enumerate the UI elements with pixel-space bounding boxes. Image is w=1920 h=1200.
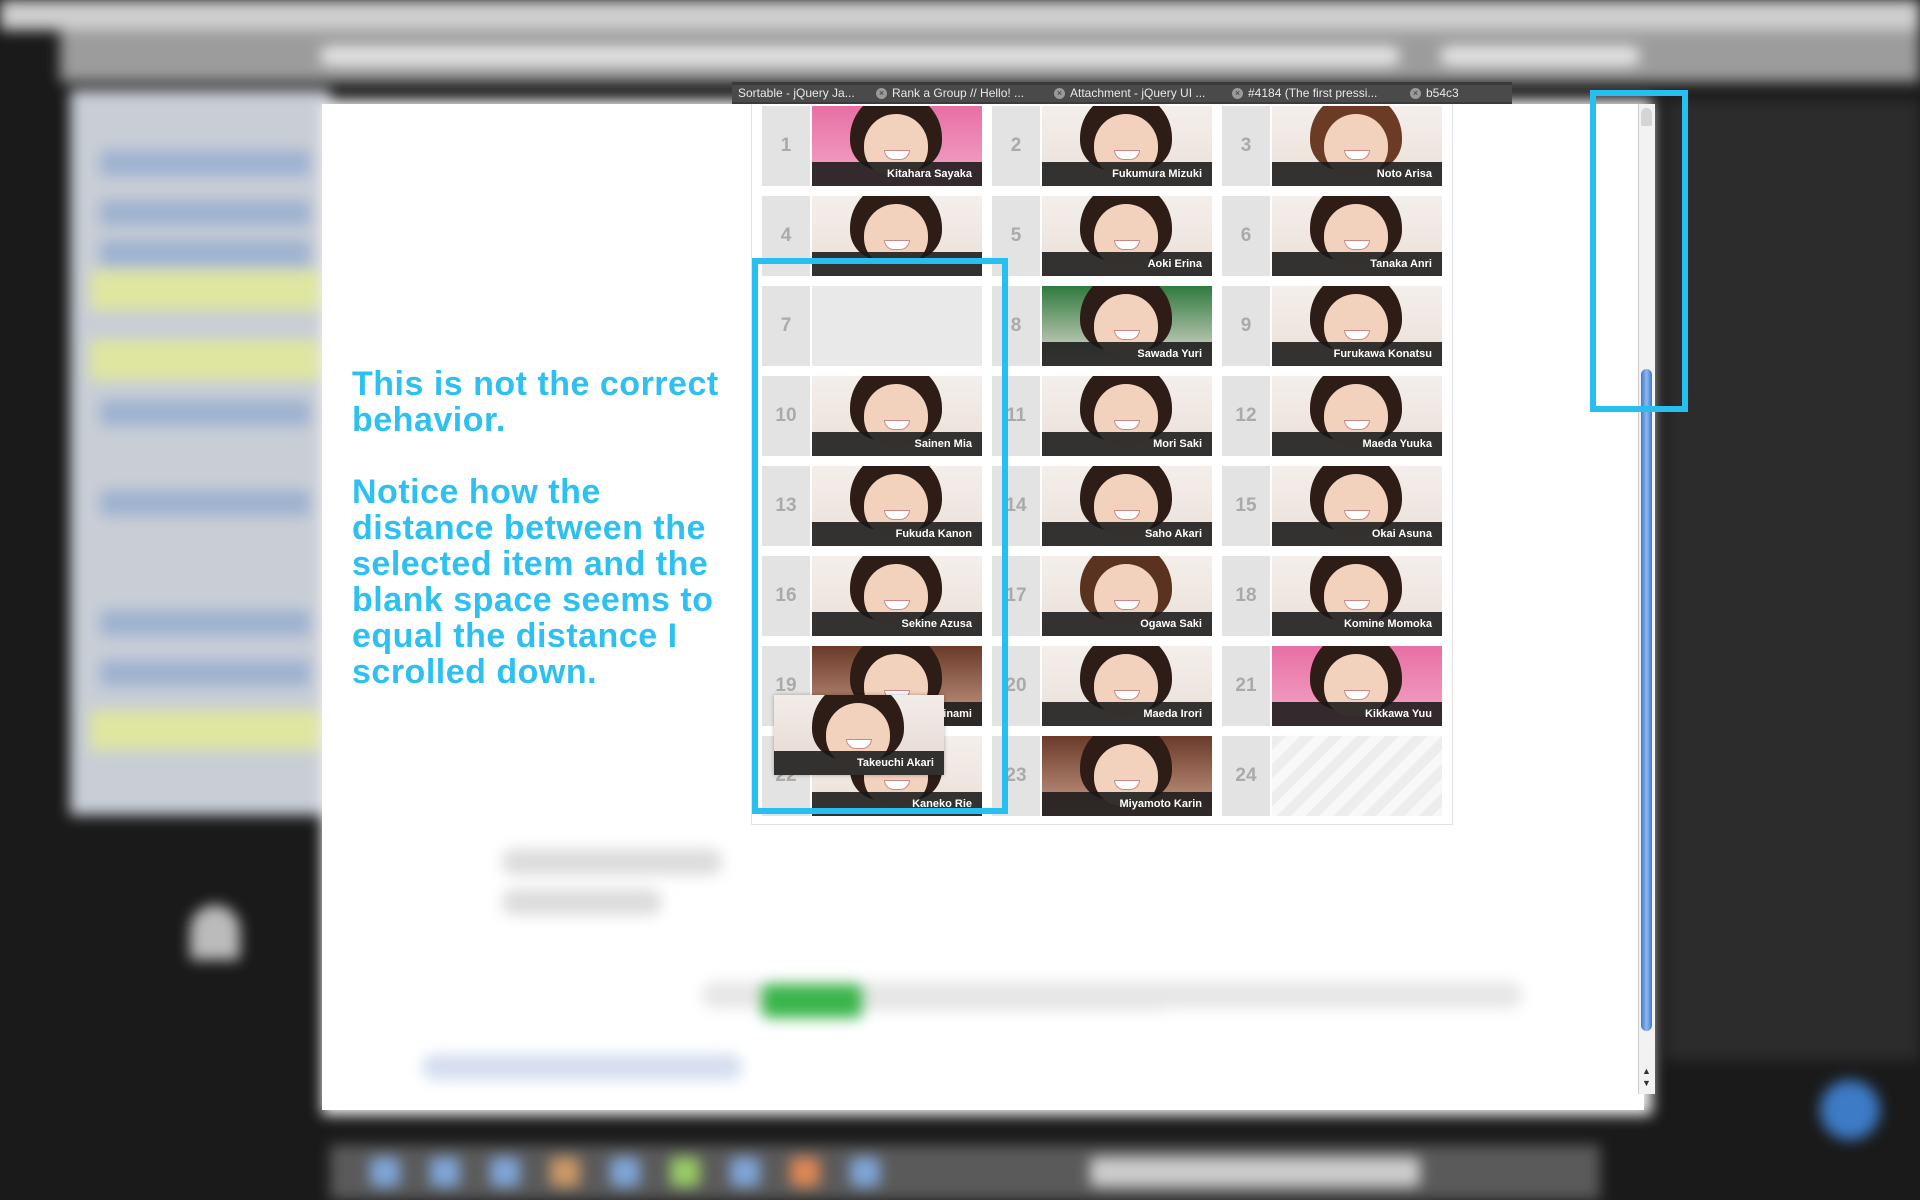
scroll-up-arrow-icon[interactable]: ▲ bbox=[1642, 1066, 1651, 1076]
tab-rank-a-group[interactable]: × Rank a Group // Hello! ... bbox=[870, 85, 1053, 102]
member-name: Maeda Yuuka bbox=[1272, 432, 1442, 456]
dock bbox=[330, 1145, 1600, 1200]
scroll-down-arrow-icon[interactable]: ▼ bbox=[1642, 1078, 1651, 1088]
member-photo: Noto Arisa bbox=[1272, 106, 1442, 186]
comment-button bbox=[762, 984, 862, 1018]
member-photo: Ogawa Saki bbox=[1042, 556, 1212, 636]
grid-item[interactable]: 12 Maeda Yuuka bbox=[1222, 376, 1442, 456]
close-icon[interactable]: × bbox=[876, 88, 887, 100]
grid-item[interactable]: 1 Kitahara Sayaka bbox=[762, 106, 982, 186]
empty-slot: 24 bbox=[1222, 736, 1442, 816]
tab-sortable[interactable]: Sortable - jQuery Ja... bbox=[732, 85, 875, 102]
tab-label: #4184 (The first pressi... bbox=[1248, 86, 1378, 100]
background-window-right bbox=[1665, 100, 1920, 1060]
member-photo: Aoki Erina bbox=[1042, 196, 1212, 276]
tab-label: Attachment - jQuery UI ... bbox=[1070, 86, 1206, 100]
member-photo: Mori Saki bbox=[1042, 376, 1212, 456]
rank-number: 12 bbox=[1222, 376, 1270, 456]
rank-number: 3 bbox=[1222, 106, 1270, 186]
browser-toolbar bbox=[60, 30, 1920, 82]
member-photo: Saho Akari bbox=[1042, 466, 1212, 546]
grid-item[interactable]: 18 Komine Momoka bbox=[1222, 556, 1442, 636]
member-name: Saho Akari bbox=[1042, 522, 1212, 546]
member-photo: Komine Momoka bbox=[1272, 556, 1442, 636]
member-name: Sawada Yuri bbox=[1042, 342, 1212, 366]
tab-label: Sortable - jQuery Ja... bbox=[738, 86, 855, 100]
member-name: Kitahara Sayaka bbox=[812, 162, 982, 186]
member-name: Okai Asuna bbox=[1272, 522, 1442, 546]
annotation-text: This is not the correct behavior. Notice… bbox=[352, 366, 752, 726]
rank-number: 21 bbox=[1222, 646, 1270, 726]
tab-label: Rank a Group // Hello! ... bbox=[892, 86, 1025, 100]
member-photo: Maeda Yuuka bbox=[1272, 376, 1442, 456]
user-icon bbox=[190, 905, 240, 960]
member-photo: Okai Asuna bbox=[1272, 466, 1442, 546]
member-name: Furukawa Konatsu bbox=[1272, 342, 1442, 366]
grid-item[interactable]: 8 Sawada Yuri bbox=[992, 286, 1212, 366]
menu-bar bbox=[0, 0, 1920, 30]
rank-number: 6 bbox=[1222, 196, 1270, 276]
grid-item[interactable]: 23 Miyamoto Karin bbox=[992, 736, 1212, 816]
tab-label: b54c3 bbox=[1426, 86, 1459, 100]
grid-item[interactable]: 21 Kikkawa Yuu bbox=[1222, 646, 1442, 726]
close-icon[interactable]: × bbox=[1232, 88, 1243, 100]
member-name: Tanaka Anri bbox=[1272, 252, 1442, 276]
empty-slot-pattern bbox=[1272, 736, 1442, 816]
close-icon[interactable]: × bbox=[1410, 88, 1421, 100]
member-photo: Maeda Irori bbox=[1042, 646, 1212, 726]
highlight-box-scrollbar bbox=[1590, 90, 1688, 412]
member-name: Ogawa Saki bbox=[1042, 612, 1212, 636]
rank-number: 18 bbox=[1222, 556, 1270, 636]
member-name: Kikkawa Yuu bbox=[1272, 702, 1442, 726]
member-photo: Furukawa Konatsu bbox=[1272, 286, 1442, 366]
background-window-left bbox=[70, 90, 330, 815]
rank-number: 2 bbox=[992, 106, 1040, 186]
finder-icon bbox=[1820, 1080, 1880, 1140]
member-name: Aoki Erina bbox=[1042, 252, 1212, 276]
member-name: Fukumura Mizuki bbox=[1042, 162, 1212, 186]
grid-item[interactable]: 11 Mori Saki bbox=[992, 376, 1212, 456]
highlight-box-column bbox=[752, 258, 1008, 814]
member-photo: Sawada Yuri bbox=[1042, 286, 1212, 366]
member-photo: Tanaka Anri bbox=[1272, 196, 1442, 276]
close-icon[interactable]: × bbox=[1054, 88, 1065, 100]
member-photo: Fukumura Mizuki bbox=[1042, 106, 1212, 186]
tab-attachment[interactable]: × Attachment - jQuery UI ... bbox=[1048, 85, 1231, 102]
annotation-line-1: This is not the correct behavior. bbox=[352, 365, 719, 439]
grid-item[interactable]: 9 Furukawa Konatsu bbox=[1222, 286, 1442, 366]
rank-number: 1 bbox=[762, 106, 810, 186]
member-name: Noto Arisa bbox=[1272, 162, 1442, 186]
rank-number: 9 bbox=[1222, 286, 1270, 366]
grid-item[interactable]: 20 Maeda Irori bbox=[992, 646, 1212, 726]
tab-4184[interactable]: × #4184 (The first pressi... bbox=[1226, 85, 1409, 102]
grid-item[interactable]: 3 Noto Arisa bbox=[1222, 106, 1442, 186]
grid-item[interactable]: 15 Okai Asuna bbox=[1222, 466, 1442, 546]
browser-tab-strip: Sortable - jQuery Ja... × Rank a Group //… bbox=[732, 82, 1512, 104]
rank-number: 15 bbox=[1222, 466, 1270, 546]
member-photo: Miyamoto Karin bbox=[1042, 736, 1212, 816]
grid-item[interactable]: 17 Ogawa Saki bbox=[992, 556, 1212, 636]
member-photo: Kikkawa Yuu bbox=[1272, 646, 1442, 726]
grid-item[interactable]: 2 Fukumura Mizuki bbox=[992, 106, 1212, 186]
grid-item[interactable]: 5 Aoki Erina bbox=[992, 196, 1212, 276]
grid-item[interactable]: 14 Saho Akari bbox=[992, 466, 1212, 546]
member-name: Miyamoto Karin bbox=[1042, 792, 1212, 816]
rank-number: 24 bbox=[1222, 736, 1270, 816]
member-name: Mori Saki bbox=[1042, 432, 1212, 456]
tab-b54c3[interactable]: × b54c3 bbox=[1404, 85, 1512, 102]
member-name: Komine Momoka bbox=[1272, 612, 1442, 636]
member-name: Maeda Irori bbox=[1042, 702, 1212, 726]
member-photo: Kitahara Sayaka bbox=[812, 106, 982, 186]
annotation-line-2: Notice how the distance between the sele… bbox=[352, 473, 714, 691]
scrollbar-thumb[interactable] bbox=[1641, 369, 1652, 1031]
grid-item[interactable]: 6 Tanaka Anri bbox=[1222, 196, 1442, 276]
